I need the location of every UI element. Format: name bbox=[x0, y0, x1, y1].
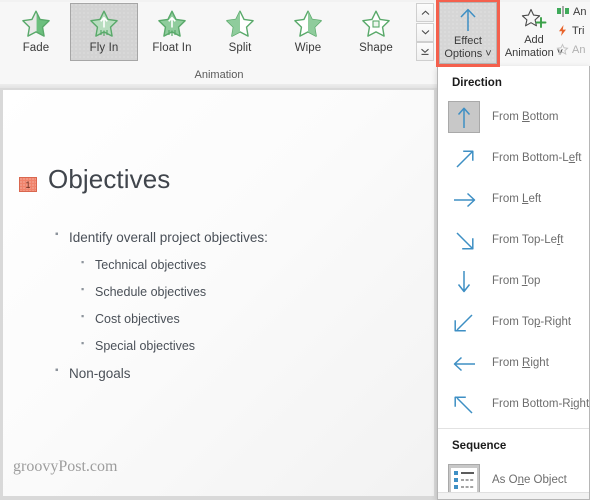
animation-gallery[interactable]: Fade Fly In Float In Split Wipe Shape bbox=[2, 3, 414, 63]
menu-item-icon-box bbox=[448, 224, 480, 256]
menu-item-icon-box bbox=[448, 183, 480, 215]
menu-item-label: From Bottom-Right bbox=[492, 397, 590, 410]
group-divider bbox=[437, 4, 438, 66]
star-plus-icon bbox=[521, 8, 547, 28]
gallery-item-label: Fade bbox=[22, 42, 50, 54]
trigger-label: Tri bbox=[572, 24, 585, 37]
menu-item-from-left[interactable]: From Left bbox=[438, 178, 589, 219]
star-fly-in-icon bbox=[87, 8, 121, 40]
menu-item-from-bottom[interactable]: From Bottom bbox=[438, 96, 589, 137]
effect-options-chevron-icon[interactable]: ˅ bbox=[485, 48, 491, 60]
menu-item-label: From Top-Left bbox=[492, 233, 564, 246]
slide-bullet-level-1[interactable]: Identify overall project objectives: bbox=[55, 229, 415, 245]
animation-group-label-bar: Animation bbox=[0, 64, 438, 86]
gallery-item-fade[interactable]: Fade bbox=[2, 3, 70, 61]
menu-item-icon-box bbox=[448, 265, 480, 297]
slide-bullet-level-1[interactable]: Non-goals bbox=[55, 365, 415, 381]
arrow-left-icon bbox=[453, 356, 475, 371]
up-arrow-icon bbox=[460, 8, 476, 31]
menu-item-label: As One Object bbox=[492, 473, 567, 486]
star-wipe-icon bbox=[291, 8, 325, 40]
gallery-item-split[interactable]: Split bbox=[206, 3, 274, 61]
menu-item-label: From Top bbox=[492, 274, 541, 287]
gallery-item-fly-in[interactable]: Fly In bbox=[70, 3, 138, 61]
menu-item-label: From Right bbox=[492, 356, 549, 369]
gallery-item-float-in[interactable]: Float In bbox=[138, 3, 206, 61]
gallery-item-wipe[interactable]: Wipe bbox=[274, 3, 342, 61]
menu-item-label: From Bottom bbox=[492, 110, 559, 123]
animation-order-badge[interactable]: 1 bbox=[19, 177, 37, 192]
slide-editing-area[interactable]: 1 Objectives Identify overall project ob… bbox=[0, 88, 438, 500]
effect-options-button[interactable]: Effect Options ˅ bbox=[439, 2, 497, 64]
animation-painter-label: An bbox=[572, 43, 586, 56]
star-float-in-icon bbox=[155, 8, 189, 40]
menu-item-icon-box bbox=[448, 142, 480, 174]
gallery-item-label: Shape bbox=[359, 42, 393, 54]
gallery-item-label: Split bbox=[228, 42, 252, 54]
direction-section-heading: Direction bbox=[452, 77, 502, 89]
menu-item-label: From Top-Right bbox=[492, 315, 572, 328]
powerpoint-animation-screen: Fade Fly In Float In Split Wipe Shape Animati… bbox=[0, 0, 590, 500]
slide-bullet-level-2[interactable]: Cost objectives bbox=[81, 311, 415, 326]
gallery-item-shape[interactable]: Shape bbox=[342, 3, 410, 61]
watermark: groovyPost.com bbox=[13, 458, 118, 475]
add-animation-label-line2: Animation bbox=[504, 46, 554, 59]
gallery-more-button[interactable] bbox=[416, 42, 434, 61]
slide-bullet-level-2[interactable]: Technical objectives bbox=[81, 257, 415, 272]
gallery-scroll-buttons[interactable] bbox=[416, 3, 434, 61]
menu-item-from-top-left[interactable]: From Top-Left bbox=[438, 219, 589, 260]
animation-pane-icon bbox=[557, 6, 569, 17]
slide-bullet-level-2[interactable]: Schedule objectives bbox=[81, 284, 415, 299]
menu-item-icon-box bbox=[448, 388, 480, 420]
slide-title[interactable]: Objectives bbox=[48, 164, 170, 195]
effect-options-dropdown-menu[interactable]: Direction From Bottom From Bottom-Left Fro… bbox=[437, 66, 590, 500]
star-fade-icon bbox=[19, 8, 53, 40]
add-animation-label-line1: Add bbox=[524, 34, 544, 46]
direction-options-list[interactable]: From Bottom From Bottom-Left From Left From… bbox=[438, 96, 589, 424]
animation-painter-command: An bbox=[556, 40, 590, 59]
arrow-up-right-icon bbox=[456, 149, 474, 168]
menu-item-label: From Left bbox=[492, 192, 542, 205]
animation-pane-label: An bbox=[573, 5, 587, 18]
slide-canvas[interactable]: 1 Objectives Identify overall project ob… bbox=[3, 90, 434, 496]
animation-group: Fade Fly In Float In Split Wipe Shape Animati… bbox=[0, 2, 438, 86]
arrow-up-icon bbox=[457, 107, 471, 128]
trigger-command[interactable]: Tri bbox=[556, 21, 590, 40]
menu-item-from-bottom-left[interactable]: From Bottom-Left bbox=[438, 137, 589, 178]
arrow-down-left-icon bbox=[454, 313, 473, 332]
arrow-up-left-icon bbox=[454, 395, 473, 414]
menu-item-from-top-right[interactable]: From Top-Right bbox=[438, 301, 589, 342]
menu-item-label: From Bottom-Left bbox=[492, 151, 582, 164]
menu-item-from-top[interactable]: From Top bbox=[438, 260, 589, 301]
menu-item-icon-box bbox=[448, 306, 480, 338]
gallery-scroll-up-button[interactable] bbox=[416, 3, 434, 22]
menu-item-from-right[interactable]: From Right bbox=[438, 342, 589, 383]
gallery-item-label: Float In bbox=[152, 42, 192, 54]
arrow-down-right-icon bbox=[456, 231, 474, 250]
arrow-right-icon bbox=[454, 192, 476, 207]
menu-footer bbox=[438, 492, 589, 499]
effect-options-label-line1: Effect bbox=[454, 35, 482, 47]
trigger-lightning-icon bbox=[559, 25, 566, 36]
slide-body-bullets[interactable]: Identify overall project objectives: Tech… bbox=[55, 229, 415, 394]
gallery-item-label: Wipe bbox=[294, 42, 322, 54]
sequence-section-heading: Sequence bbox=[452, 440, 507, 452]
animation-pane-command[interactable]: An bbox=[556, 2, 590, 21]
star-shape-icon bbox=[359, 8, 393, 40]
advanced-animation-commands: An Tri An bbox=[556, 2, 590, 64]
effect-options-label-line2: Options bbox=[444, 47, 483, 60]
slide-bullet-level-2[interactable]: Special objectives bbox=[81, 338, 415, 353]
gallery-scroll-down-button[interactable] bbox=[416, 22, 434, 42]
gallery-item-label: Fly In bbox=[89, 42, 119, 54]
as-one-object-icon bbox=[451, 467, 477, 492]
animation-group-label: Animation bbox=[194, 69, 244, 81]
animation-painter-icon bbox=[556, 43, 569, 55]
menu-item-from-bottom-right[interactable]: From Bottom-Right bbox=[438, 383, 589, 424]
menu-item-icon-box bbox=[448, 347, 480, 379]
menu-item-icon-box bbox=[448, 100, 480, 133]
star-split-icon bbox=[223, 8, 257, 40]
arrow-down-icon bbox=[457, 270, 471, 292]
menu-item-icon-box bbox=[448, 463, 480, 496]
